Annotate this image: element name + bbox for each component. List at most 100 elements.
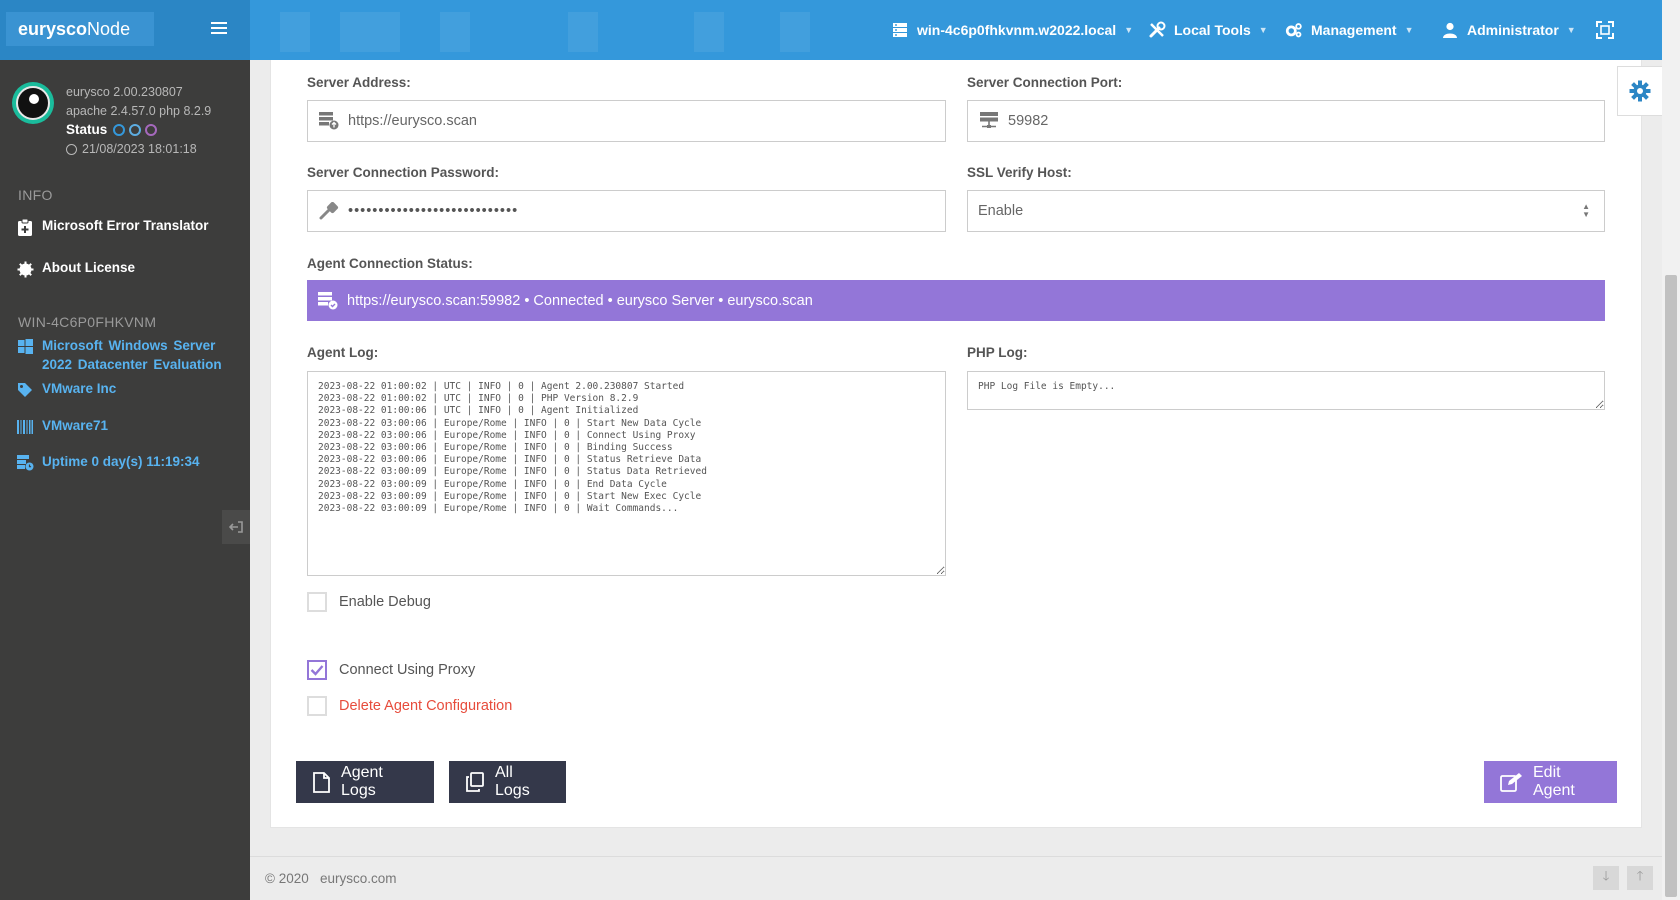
sidebar: eurysco 2.00.230807 apache 2.4.57.0 php … — [0, 60, 250, 900]
sidebar-item-os[interactable]: Microsoft Windows Server 2022 Datacenter… — [16, 336, 238, 374]
delete-config-checkbox[interactable]: Delete Agent Configuration — [307, 696, 512, 716]
footer-text: © 2020 eurysco.com — [265, 871, 397, 886]
tag-icon — [16, 381, 34, 399]
brand-bold: eurysco — [18, 19, 88, 39]
agent-logs-label: Agent Logs — [341, 764, 383, 799]
status-row: Status — [66, 122, 158, 137]
port-value: 59982 — [1008, 113, 1049, 129]
barcode-icon — [16, 418, 34, 436]
checkbox-box[interactable] — [307, 696, 327, 716]
ssl-select[interactable]: Enable ▲ ▼ — [967, 190, 1605, 232]
port-label: Server Connection Port: — [967, 75, 1123, 90]
settings-tab[interactable] — [1617, 66, 1662, 116]
clock-icon — [66, 143, 77, 155]
status-label: Status — [66, 122, 108, 137]
password-input[interactable]: •••••••••••••••••••••••••••• — [307, 190, 946, 232]
select-arrows-icon: ▲ ▼ — [1582, 202, 1590, 219]
all-logs-button[interactable]: All Logs — [449, 761, 566, 803]
header-pattern — [780, 12, 810, 52]
sidebar-item-label: VMware71 — [42, 418, 109, 433]
enable-debug-checkbox[interactable]: Enable Debug — [307, 592, 431, 612]
status-ok-icon — [113, 123, 126, 136]
brand-logo[interactable]: euryscoNode — [6, 12, 154, 46]
chevron-down-icon: ▼ — [1404, 25, 1414, 35]
sidebar-item-vendor[interactable]: VMware Inc — [16, 381, 238, 399]
file-icon — [312, 771, 331, 793]
enable-debug-label: Enable Debug — [339, 594, 431, 610]
edit-agent-button[interactable]: Edit Agent — [1484, 761, 1617, 803]
edit-icon — [1500, 771, 1523, 793]
sidebar-item-label: Microsoft Error Translator — [42, 218, 209, 233]
agent-status-value: https://eurysco.scan:59982 • Connected •… — [347, 292, 813, 309]
menu-toggle-icon[interactable] — [211, 19, 229, 41]
stack-text: apache 2.4.57.0 php 8.2.9 — [66, 104, 212, 118]
status-refresh-icon[interactable] — [145, 123, 158, 136]
sidebar-item-label: Uptime 0 day(s) 11:19:34 — [42, 454, 200, 469]
delete-config-label: Delete Agent Configuration — [339, 698, 513, 714]
management-dropdown[interactable]: Management ▼ — [1285, 0, 1414, 60]
ssl-value: Enable — [978, 203, 1024, 219]
server-address-value: https://eurysco.scan — [348, 113, 477, 129]
user-icon — [1441, 21, 1459, 39]
host-section-title: WIN-4C6P0FHKVNM — [18, 314, 157, 330]
port-input[interactable]: 59982 — [967, 100, 1605, 142]
brand-light: Node — [87, 19, 131, 39]
php-log-textarea[interactable] — [967, 371, 1605, 410]
chevron-down-icon: ▼ — [1566, 25, 1576, 35]
fullscreen-icon[interactable] — [1596, 21, 1614, 39]
page-scrollbar[interactable] — [1662, 0, 1680, 900]
info-section-title: INFO — [18, 187, 53, 203]
host-label: win-4c6p0fhkvnm.w2022.local — [917, 22, 1117, 38]
header-pattern — [340, 12, 400, 52]
ssl-label: SSL Verify Host: — [967, 165, 1072, 180]
sidebar-item-model[interactable]: VMware71 — [16, 418, 238, 436]
sidebar-item-about-license[interactable]: About License — [16, 260, 238, 278]
chevron-down-icon: ▼ — [1124, 25, 1134, 35]
edit-agent-label: Edit Agent — [1533, 764, 1575, 799]
clipboard-plus-icon — [16, 218, 34, 236]
scroll-down-icon[interactable]: 🡓 — [1593, 866, 1619, 890]
datetime-row: 21/08/2023 18:01:18 — [66, 142, 197, 156]
checkbox-box[interactable] — [307, 660, 327, 680]
user-dropdown[interactable]: Administrator ▼ — [1441, 0, 1576, 60]
scrollbar-thumb[interactable] — [1665, 275, 1677, 897]
version-text: eurysco 2.00.230807 — [66, 85, 183, 99]
management-label: Management — [1311, 22, 1397, 38]
chevron-down-icon: ▼ — [1258, 25, 1268, 35]
all-logs-label: All Logs — [495, 764, 530, 799]
copy-icon — [465, 771, 485, 793]
certificate-icon — [16, 260, 34, 278]
header-pattern — [694, 12, 724, 52]
check-icon — [310, 665, 324, 676]
key-icon — [318, 201, 340, 221]
footer: © 2020 eurysco.com — [250, 856, 1662, 900]
brand-area: euryscoNode — [0, 0, 250, 60]
agent-status-label: Agent Connection Status: — [307, 256, 473, 271]
sidebar-item-uptime[interactable]: Uptime 0 day(s) 11:19:34 — [16, 454, 238, 472]
server-icon — [891, 21, 909, 39]
sidebar-item-error-translator[interactable]: Microsoft Error Translator — [16, 218, 238, 236]
status-sync-icon — [129, 123, 142, 136]
host-dropdown[interactable]: win-4c6p0fhkvnm.w2022.local ▼ — [891, 0, 1133, 60]
sidebar-item-label: Microsoft Windows Server 2022 Datacenter… — [42, 338, 222, 372]
avatar — [12, 82, 54, 124]
server-address-label: Server Address: — [307, 75, 411, 90]
php-log-label: PHP Log: — [967, 345, 1028, 360]
agent-status-bar: https://eurysco.scan:59982 • Connected •… — [307, 280, 1605, 321]
user-label: Administrator — [1467, 22, 1559, 38]
local-tools-dropdown[interactable]: Local Tools ▼ — [1148, 0, 1268, 60]
header-pattern — [280, 12, 310, 52]
scroll-up-icon[interactable]: 🡑 — [1627, 866, 1653, 890]
windows-icon — [16, 337, 34, 355]
server-clock-icon — [16, 454, 34, 472]
agent-log-textarea[interactable] — [307, 371, 946, 576]
header-pattern — [440, 12, 470, 52]
sidebar-item-label: VMware Inc — [42, 381, 117, 396]
checkbox-box[interactable] — [307, 592, 327, 612]
eye-logo-icon — [16, 86, 50, 120]
sidebar-item-label: About License — [42, 260, 136, 275]
collapse-sidebar-icon[interactable] — [222, 510, 250, 544]
connect-proxy-checkbox[interactable]: Connect Using Proxy — [307, 660, 475, 680]
agent-logs-button[interactable]: Agent Logs — [296, 761, 434, 803]
server-address-input[interactable]: https://eurysco.scan — [307, 100, 946, 142]
